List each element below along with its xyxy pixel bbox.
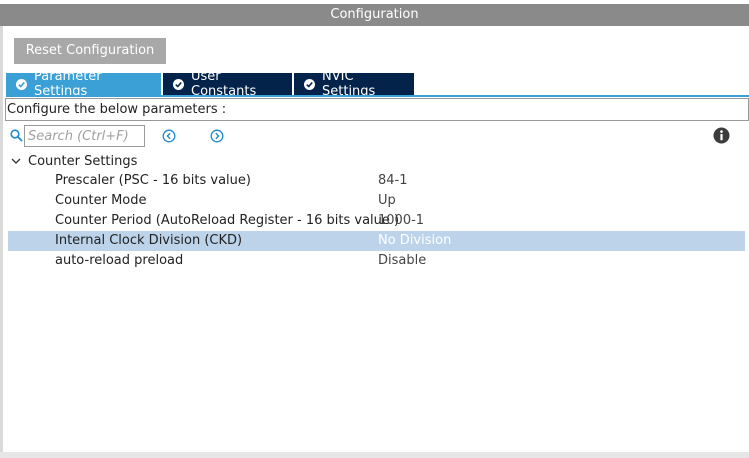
param-row-counter-period[interactable]: Counter Period (AutoReload Register - 16… [8,211,745,231]
group-label: Counter Settings [28,153,138,169]
param-name: auto-reload preload [55,253,184,268]
param-row-auto-reload-preload[interactable]: auto-reload preload Disable [8,251,745,271]
left-border [0,26,3,458]
check-circle-icon [173,78,184,90]
search-icon [10,129,23,142]
tab-parameter-settings[interactable]: Parameter Settings [6,69,161,99]
param-row-prescaler[interactable]: Prescaler (PSC - 16 bits value) 84-1 [8,171,745,191]
chevron-left-circle-icon[interactable] [162,129,176,143]
tab-underline [6,95,749,97]
tab-bar: Parameter Settings User Constants NVIC S… [6,69,416,99]
param-value[interactable]: No Division [378,231,451,251]
search-input[interactable] [24,125,145,147]
configure-instructions: Configure the below parameters : [5,98,749,121]
chevron-right-circle-icon[interactable] [210,129,224,143]
param-value[interactable]: 84-1 [378,171,408,191]
param-name: Prescaler (PSC - 16 bits value) [55,173,251,188]
chevron-down-icon [11,158,21,164]
tab-nvic-settings[interactable]: NVIC Settings [294,69,414,99]
tab-user-constants[interactable]: User Constants [163,69,292,99]
reset-configuration-button[interactable]: Reset Configuration [14,38,166,64]
window-title: Configuration [0,4,749,26]
param-name: Counter Mode [55,193,147,208]
param-name: Counter Period (AutoReload Register - 16… [55,213,400,228]
check-circle-icon [304,78,315,90]
param-row-clock-division[interactable]: Internal Clock Division (CKD) No Divisio… [8,231,745,251]
param-value[interactable]: 1000-1 [378,211,424,231]
param-value[interactable]: Up [378,191,396,211]
param-row-counter-mode[interactable]: Counter Mode Up [8,191,745,211]
param-name: Internal Clock Division (CKD) [55,233,243,248]
group-counter-settings[interactable]: Counter Settings [10,151,137,171]
param-value[interactable]: Disable [378,251,426,271]
bottom-border [0,452,749,458]
check-circle-icon [16,78,27,90]
info-icon[interactable] [713,127,730,144]
